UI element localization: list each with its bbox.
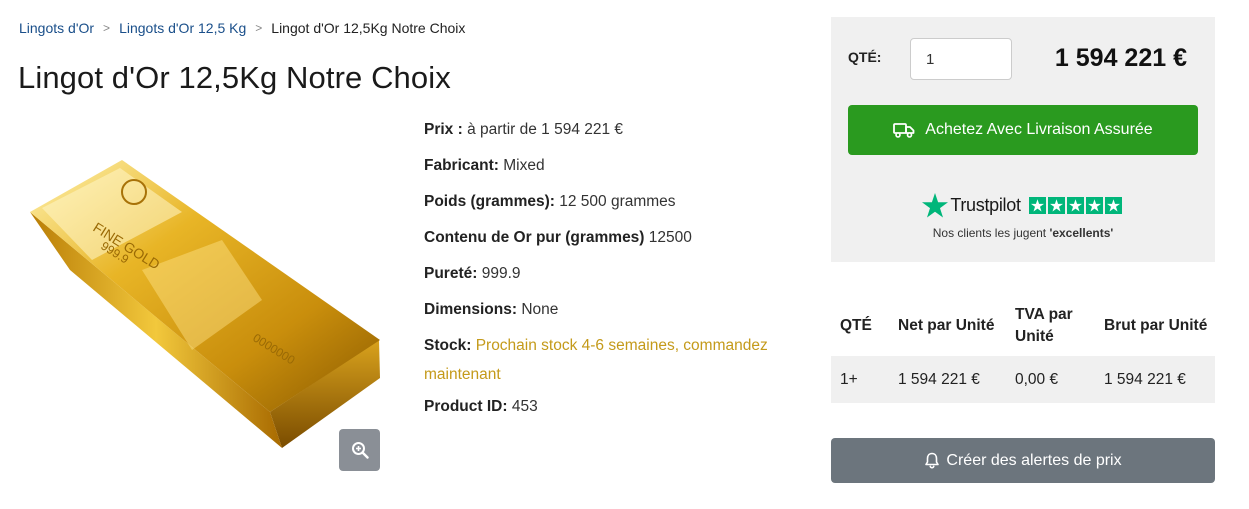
zoom-in-icon — [351, 442, 369, 459]
trustpilot-caption: Nos clients les jugent 'excellents' — [831, 226, 1215, 240]
table-cell: 0,00 € — [1006, 356, 1095, 403]
spec-price: Prix : à partir de 1 594 221 € — [424, 120, 814, 156]
column-header: Net par Unité — [898, 317, 995, 334]
spec-label: Contenu de Or pur (grammes) — [424, 229, 645, 246]
spec-label: Pureté: — [424, 265, 478, 282]
spec-value: 453 — [511, 398, 538, 415]
rating-star-icon — [1085, 197, 1103, 214]
column-header: Brut par Unité — [1104, 317, 1208, 334]
breadcrumb-separator: > — [255, 21, 263, 35]
breadcrumb-current: Lingot d'Or 12,5Kg Notre Choix — [271, 20, 466, 36]
spec-label: Product ID: — [424, 398, 508, 415]
breadcrumb-link-lingots-or[interactable]: Lingots d'Or — [19, 20, 94, 36]
table-row: 1+ 1 594 221 € 0,00 € 1 594 221 € — [831, 356, 1215, 403]
price-table-header: QTÉ Net par Unité TVA par Unité Brut par… — [831, 296, 1215, 356]
spec-value: None — [521, 301, 559, 318]
trustpilot-rating-stars — [1028, 197, 1124, 214]
rating-star-icon — [1028, 197, 1046, 214]
trustpilot-caption-text: Nos clients les jugent — [932, 226, 1047, 240]
quantity-label: QTÉ: — [848, 49, 882, 65]
trustpilot-caption-rating: 'excellents' — [1049, 226, 1114, 240]
product-specs: Prix : à partir de 1 594 221 € Fabricant… — [424, 120, 814, 433]
spec-value: 12500 — [648, 229, 692, 246]
gold-bar-illustration: FINE GOLD 999.9 0000000 — [30, 160, 380, 448]
spec-label: Poids (grammes): — [424, 193, 555, 210]
trustpilot-star-icon — [922, 193, 949, 218]
table-cell: 1+ — [831, 356, 889, 403]
quantity-input[interactable] — [910, 38, 1012, 80]
spec-manufacturer: Fabricant: Mixed — [424, 156, 814, 192]
price-table: QTÉ Net par Unité TVA par Unité Brut par… — [831, 296, 1215, 403]
zoom-button[interactable] — [339, 429, 380, 471]
spec-label: Fabricant: — [424, 157, 499, 174]
breadcrumb-link-lingots-12-5kg[interactable]: Lingots d'Or 12,5 Kg — [119, 20, 246, 36]
total-price: 1 594 221 € — [1054, 44, 1187, 72]
spec-purity: Pureté: 999.9 — [424, 264, 814, 300]
create-price-alert-label: Créer des alertes de prix — [946, 451, 1122, 469]
rating-star-icon — [1104, 197, 1122, 214]
create-price-alert-button[interactable]: Créer des alertes de prix — [831, 438, 1215, 483]
spec-stock: Stock: Prochain stock 4-6 semaines, comm… — [424, 331, 814, 397]
column-header: QTÉ — [840, 317, 872, 334]
spec-label: Dimensions: — [424, 301, 518, 318]
page-title: Lingot d'Or 12,5Kg Notre Choix — [18, 60, 451, 95]
rating-star-icon — [1066, 197, 1084, 214]
trustpilot-widget[interactable]: Trustpilot Nos clients les jugent 'excel… — [831, 193, 1215, 240]
buy-box: QTÉ: 1 594 221 € Achetez Avec Livraison … — [831, 17, 1215, 262]
breadcrumb-separator: > — [103, 21, 111, 35]
spec-label: Stock: — [424, 337, 472, 354]
column-header: TVA par Unité — [1015, 306, 1073, 345]
breadcrumb: Lingots d'Or > Lingots d'Or 12,5 Kg > Li… — [19, 20, 465, 36]
gold-bar-image[interactable]: FINE GOLD 999.9 0000000 — [22, 150, 392, 450]
buy-button-label: Achetez Avec Livraison Assurée — [925, 121, 1153, 138]
spec-product-id: Product ID: 453 — [424, 397, 814, 433]
spec-weight: Poids (grammes): 12 500 grammes — [424, 192, 814, 228]
bell-icon — [925, 452, 940, 469]
spec-value: 999.9 — [481, 265, 521, 282]
rating-star-icon — [1047, 197, 1065, 214]
table-cell: 1 594 221 € — [1095, 356, 1215, 403]
table-cell: 1 594 221 € — [889, 356, 1006, 403]
spec-value: à partir de 1 594 221 € — [467, 121, 624, 138]
buy-button[interactable]: Achetez Avec Livraison Assurée — [848, 105, 1198, 155]
stock-status: Prochain stock 4-6 semaines, commandez m… — [424, 337, 768, 383]
spec-label: Prix : — [424, 121, 463, 138]
trustpilot-logo-text: Trustpilot — [950, 195, 1021, 215]
truck-icon — [893, 123, 915, 138]
spec-fine-content: Contenu de Or pur (grammes) 12500 — [424, 228, 814, 264]
spec-value: 12 500 grammes — [559, 193, 676, 210]
spec-value: Mixed — [503, 157, 545, 174]
